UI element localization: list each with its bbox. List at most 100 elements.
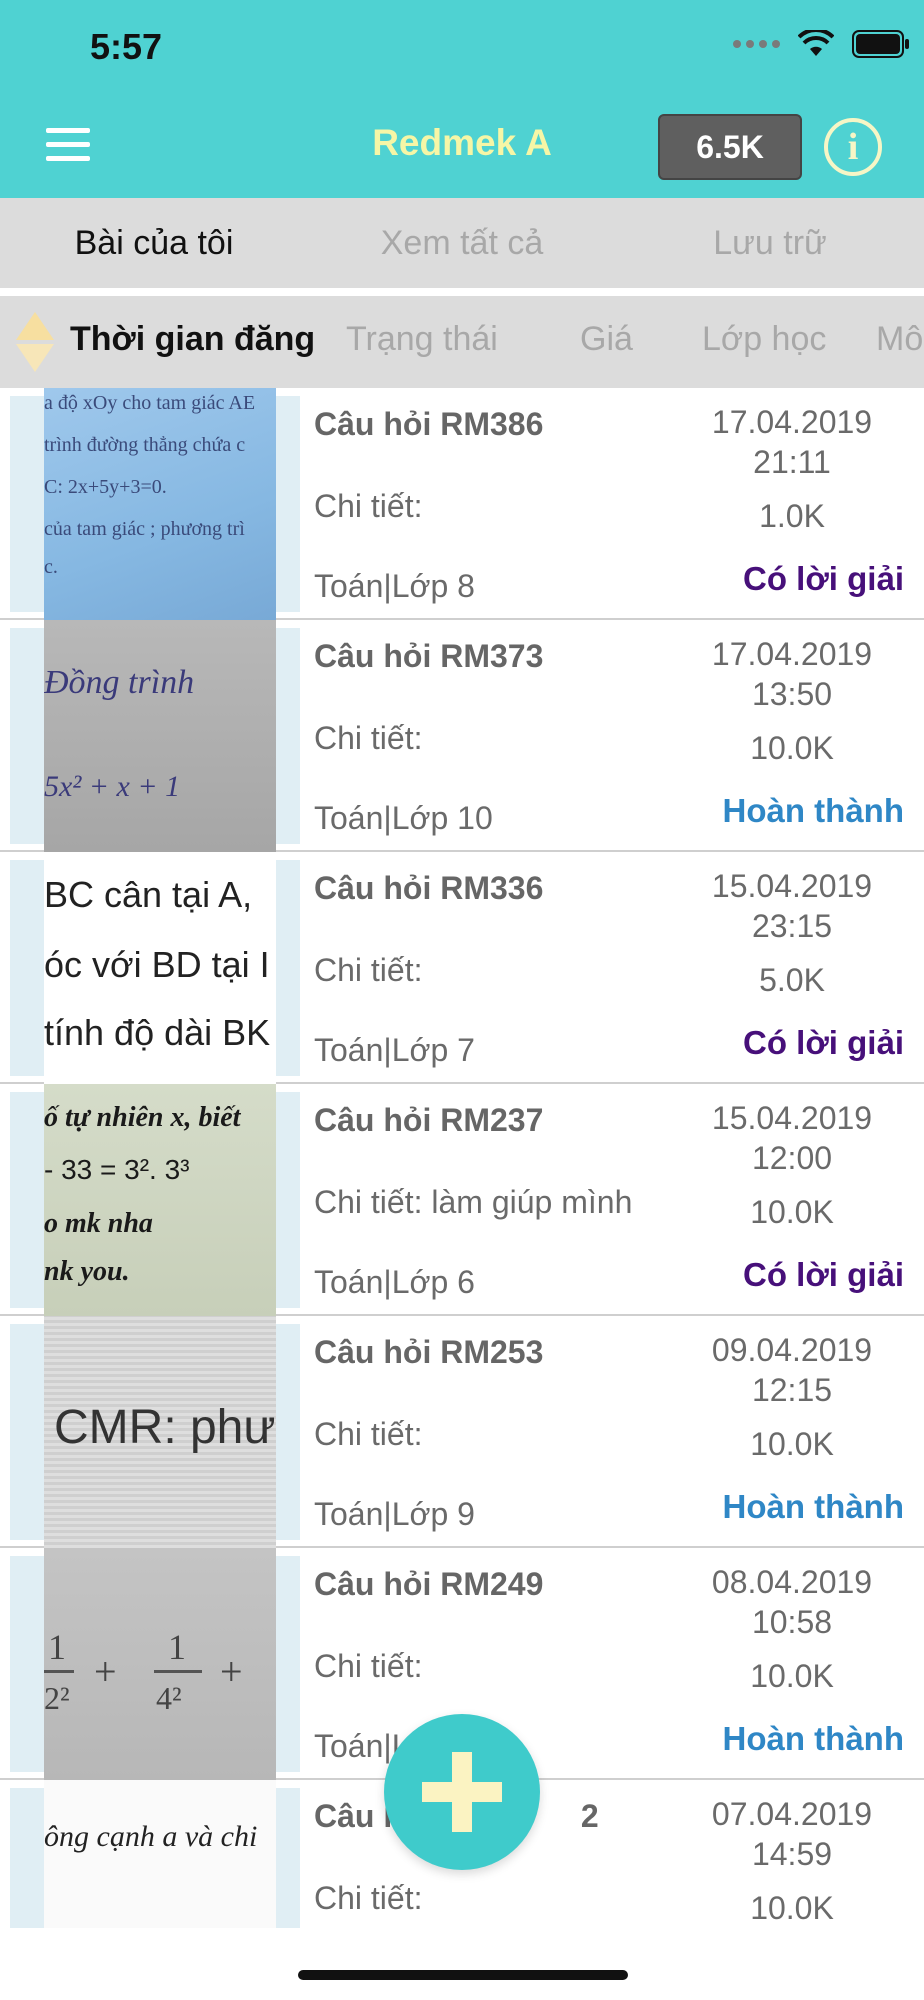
question-title: Câu hỏi RM237 xyxy=(314,1102,544,1138)
tab-bar: Bài của tôi Xem tất cả Lưu trữ xyxy=(0,198,924,288)
row-right-strip xyxy=(276,860,300,1076)
thumb-text: c. xyxy=(44,556,58,578)
add-question-button[interactable] xyxy=(384,1714,540,1870)
question-subject: Toán|Lớp 10 xyxy=(314,800,493,836)
question-title-tail: 2 xyxy=(580,1798,599,1834)
divider xyxy=(0,288,924,296)
row-left-strip xyxy=(10,860,44,1076)
question-date: 17.04.2019 xyxy=(711,636,873,672)
sort-arrows-icon[interactable] xyxy=(14,310,56,374)
wifi-icon xyxy=(798,30,834,58)
question-time: 13:50 xyxy=(751,676,833,712)
question-detail: Chi tiết: xyxy=(314,952,423,988)
thumb-text: óc với BD tại I xyxy=(44,944,270,985)
question-date: 17.04.2019 xyxy=(711,404,873,440)
question-detail: Chi tiết: xyxy=(314,720,423,756)
thumb-text: 1 xyxy=(168,1627,186,1667)
list-item[interactable]: ố tự nhiên x, biết - 33 = 3². 3³ o mk nh… xyxy=(0,1084,924,1316)
question-subject: Toán|Lớp 9 xyxy=(314,1496,475,1532)
question-price: 1.0K xyxy=(759,498,825,534)
question-datetime: 17.04.2019 21:11 xyxy=(692,402,892,482)
question-date: 08.04.2019 xyxy=(711,1564,873,1600)
info-icon[interactable]: i xyxy=(824,118,882,176)
sort-bar: Thời gian đăng Trạng thái Giá Lớp học Mô xyxy=(0,296,924,388)
question-price: 10.0K xyxy=(750,1658,834,1694)
signal-icon xyxy=(733,40,780,48)
list-item[interactable]: BC cân tại A, óc với BD tại I tính độ dà… xyxy=(0,852,924,1084)
home-indicator[interactable] xyxy=(298,1970,628,1980)
question-datetime: 15.04.2019 23:15 xyxy=(692,866,892,946)
question-list: a độ xOy cho tam giác AE trình đường thẳ… xyxy=(0,388,924,1928)
question-status: Có lời giải xyxy=(743,1024,904,1061)
question-title: Câu hỏi RM249 xyxy=(314,1566,544,1602)
header-bar: 5:57 Redmek A 6.5K i xyxy=(0,0,924,198)
question-time: 12:15 xyxy=(751,1372,833,1408)
thumb-text: a độ xOy cho tam giác AE xyxy=(44,392,256,414)
status-icons xyxy=(733,30,910,58)
list-item[interactable]: a độ xOy cho tam giác AE trình đường thẳ… xyxy=(0,388,924,620)
battery-icon xyxy=(852,30,910,58)
thumb-text: của tam giác ; phương trì xyxy=(44,518,245,540)
thumb-text: + xyxy=(94,1649,117,1694)
question-title: Câu hỏi RM386 xyxy=(314,406,544,442)
question-status: Hoàn thành xyxy=(722,1720,904,1757)
row-left-strip xyxy=(10,1788,44,1928)
row-right-strip xyxy=(276,628,300,844)
question-detail: Chi tiết: xyxy=(314,1416,423,1452)
sort-by-post-time[interactable]: Thời gian đăng xyxy=(70,320,315,359)
fraction-bar xyxy=(44,1670,74,1673)
question-title: Câu hỏi RM336 xyxy=(314,870,544,906)
question-thumbnail: Đồng trình 5x² + x + 1 xyxy=(44,620,276,852)
sort-by-price[interactable]: Giá xyxy=(580,320,633,359)
question-datetime: 07.04.2019 14:59 xyxy=(692,1794,892,1874)
thumb-text: 5x² + x + 1 xyxy=(44,770,181,803)
question-date: 15.04.2019 xyxy=(711,1100,873,1136)
question-thumbnail: 1 2² + 1 4² + xyxy=(44,1548,276,1780)
thumb-text: Đồng trình xyxy=(44,664,195,701)
row-right-strip xyxy=(276,396,300,612)
question-time: 23:15 xyxy=(751,908,833,944)
question-time: 14:59 xyxy=(751,1836,833,1872)
question-datetime: 08.04.2019 10:58 xyxy=(692,1562,892,1642)
row-left-strip xyxy=(10,1556,44,1772)
thumb-text: o mk nha xyxy=(44,1208,153,1239)
question-title: Câu hỏi RM373 xyxy=(314,638,544,674)
question-thumbnail: CMR: phư xyxy=(44,1316,276,1548)
sort-by-subject[interactable]: Mô xyxy=(876,320,923,359)
list-item[interactable]: Đồng trình 5x² + x + 1 Câu hỏi RM373 Chi… xyxy=(0,620,924,852)
sort-by-class[interactable]: Lớp học xyxy=(702,320,826,359)
question-subject: Toán|Lớp 7 xyxy=(314,1032,475,1068)
list-item[interactable]: CMR: phư Câu hỏi RM253 Chi tiết: Toán|Lớ… xyxy=(0,1316,924,1548)
question-thumbnail: ông cạnh a và chi xyxy=(44,1780,276,1928)
question-status: Có lời giải xyxy=(743,1256,904,1293)
coins-balance-button[interactable]: 6.5K xyxy=(658,114,802,180)
question-subject: Toán|Lớp 6 xyxy=(314,1264,475,1300)
row-right-strip xyxy=(276,1092,300,1308)
question-date: 09.04.2019 xyxy=(711,1332,873,1368)
tab-view-all[interactable]: Xem tất cả xyxy=(308,198,616,288)
question-date: 07.04.2019 xyxy=(711,1796,873,1832)
question-detail: Chi tiết: xyxy=(314,1880,423,1916)
thumb-text: 1 xyxy=(48,1627,66,1667)
question-price: 10.0K xyxy=(750,730,834,766)
question-detail: Chi tiết: xyxy=(314,488,423,524)
row-left-strip xyxy=(10,1092,44,1308)
thumb-text: 2² xyxy=(44,1680,70,1716)
question-title: Câu hỏi RM253 xyxy=(314,1334,544,1370)
question-thumbnail: a độ xOy cho tam giác AE trình đường thẳ… xyxy=(44,388,276,620)
tab-archive[interactable]: Lưu trữ xyxy=(616,198,924,288)
status-time: 5:57 xyxy=(90,26,163,67)
thumb-text: tính độ dài BK xyxy=(44,1012,271,1053)
question-detail: Chi tiết: làm giúp mình xyxy=(314,1184,633,1220)
tab-my-posts[interactable]: Bài của tôi xyxy=(0,198,308,288)
question-price: 10.0K xyxy=(750,1426,834,1462)
row-left-strip xyxy=(10,628,44,844)
sort-by-status[interactable]: Trạng thái xyxy=(346,320,498,359)
add-icon xyxy=(452,1752,472,1832)
question-thumbnail: BC cân tại A, óc với BD tại I tính độ dà… xyxy=(44,852,276,1084)
question-status: Hoàn thành xyxy=(722,1488,904,1525)
row-left-strip xyxy=(10,396,44,612)
question-time: 21:11 xyxy=(753,444,831,480)
row-right-strip xyxy=(276,1556,300,1772)
question-thumbnail: ố tự nhiên x, biết - 33 = 3². 3³ o mk nh… xyxy=(44,1084,276,1316)
